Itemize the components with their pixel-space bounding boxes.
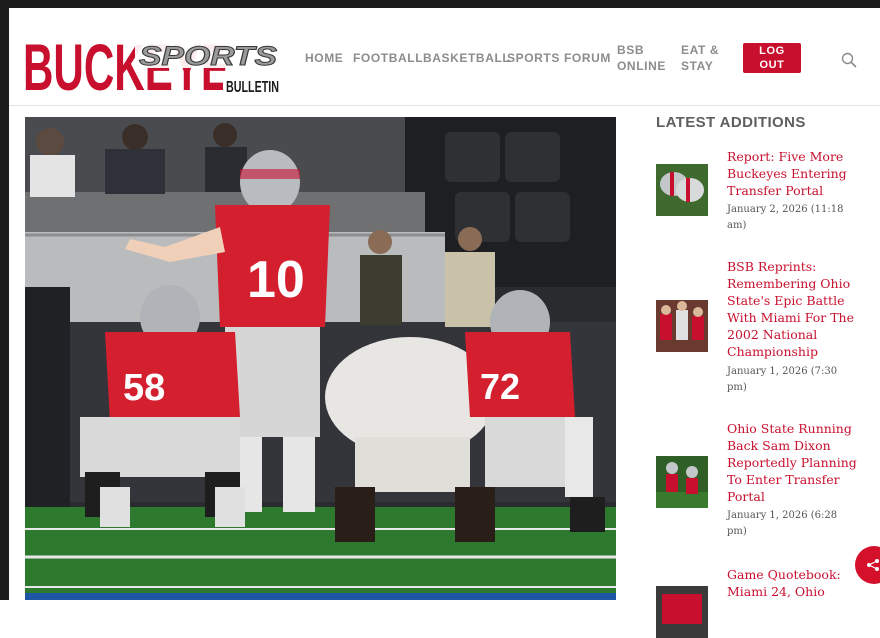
nav-home[interactable]: HOME <box>305 50 343 66</box>
nav-forum[interactable]: FORUM <box>564 50 611 66</box>
article-date: January 1, 2026 (7:30 pm) <box>727 366 838 393</box>
nav-bsb-online[interactable]: BSB ONLINE <box>617 42 666 74</box>
search-icon[interactable] <box>841 52 857 68</box>
article-date: January 1, 2026 (6:28 pm) <box>727 510 838 537</box>
logout-line1: LOG <box>759 45 785 57</box>
article-thumbnail[interactable] <box>656 164 708 216</box>
nav-eat-stay-line1: EAT & <box>681 43 720 57</box>
nav-eat-stay-line2: STAY <box>681 59 714 73</box>
article-date: January 2, 2026 (11:18 am) <box>727 204 844 231</box>
site-header: BUCKEYE SPORTS BULLETIN HOME FOOTBALL BA… <box>9 8 880 106</box>
article-title[interactable]: Ohio State Running Back Sam Dixon Report… <box>727 420 867 505</box>
article-thumbnail[interactable] <box>656 456 708 508</box>
logo-sports-text: SPORTS <box>139 41 277 71</box>
article-thumbnail[interactable] <box>656 300 708 352</box>
nav-football[interactable]: FOOTBALL <box>353 50 423 66</box>
nav-sports[interactable]: SPORTS <box>507 50 560 66</box>
nav-bsb-online-line2: ONLINE <box>617 59 666 73</box>
hero-photo[interactable]: 10 58 72 <box>25 117 616 600</box>
svg-text:58: 58 <box>123 367 165 409</box>
svg-text:10: 10 <box>247 251 305 309</box>
svg-text:72: 72 <box>480 366 520 407</box>
article-title[interactable]: Game Quotebook: Miami 24, Ohio <box>727 566 867 600</box>
logout-button[interactable]: LOG OUT <box>743 43 801 73</box>
article-title[interactable]: BSB Reprints: Remembering Ohio State's E… <box>727 258 867 360</box>
sidebar-title: LATEST ADDITIONS <box>656 114 806 131</box>
article-title[interactable]: Report: Five More Buckeyes Entering Tran… <box>727 148 867 199</box>
nav-basketball[interactable]: BASKETBALL <box>423 50 510 66</box>
nav-bsb-online-line1: BSB <box>617 43 645 57</box>
nav-eat-stay[interactable]: EAT & STAY <box>681 42 719 74</box>
logo-bulletin-text: BULLETIN <box>226 79 279 96</box>
logout-line2: OUT <box>759 59 785 71</box>
article-thumbnail[interactable] <box>656 586 708 638</box>
share-icon <box>867 559 879 571</box>
latest-additions-sidebar: LATEST ADDITIONS Report: Five More Bucke… <box>656 114 857 638</box>
site-logo[interactable]: BUCKEYE SPORTS BULLETIN <box>23 22 281 96</box>
